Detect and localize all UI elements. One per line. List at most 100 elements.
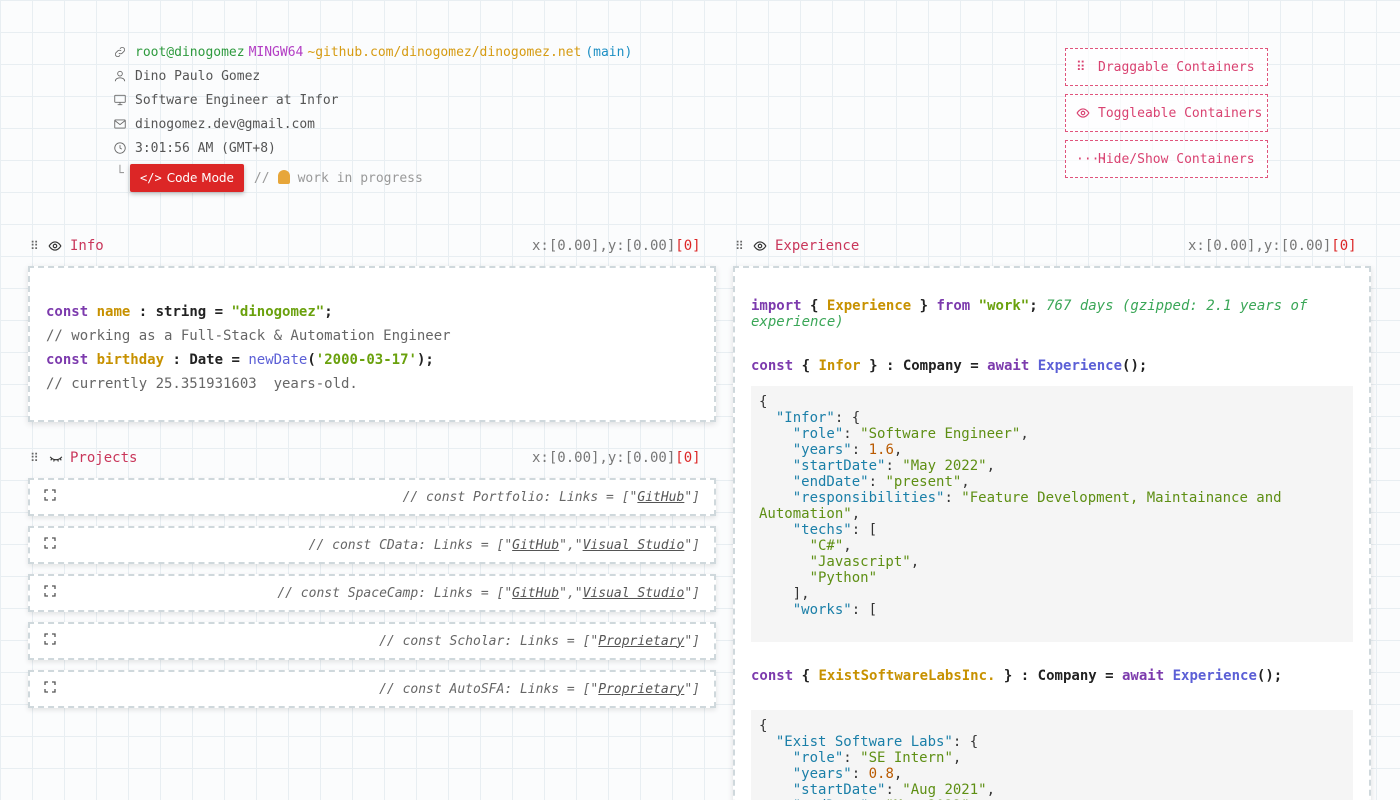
json-key: "Exist Software Labs" bbox=[775, 734, 953, 750]
coords-text: x:[0.00],y:[0.00] bbox=[532, 450, 676, 466]
project-declaration: // const CData: Links = [ bbox=[308, 537, 505, 553]
project-row[interactable]: // const SpaceCamp: Links = ["GitHub","V… bbox=[28, 574, 716, 612]
project-link[interactable]: Visual Studio bbox=[583, 586, 685, 601]
eye-closed-icon[interactable] bbox=[48, 451, 66, 465]
coords-index: [0] bbox=[675, 450, 701, 466]
project-declaration: // const Scholar: Links = [ bbox=[379, 633, 591, 649]
project-link[interactable]: Proprietary bbox=[598, 682, 684, 697]
project-link[interactable]: Visual Studio bbox=[583, 538, 685, 553]
company-var: Infor bbox=[818, 358, 861, 374]
eye-icon bbox=[1076, 106, 1094, 120]
construction-worker-icon bbox=[277, 170, 290, 184]
years-value: 0.8 bbox=[868, 766, 894, 782]
code-line: const name : string = "dinogomez"; bbox=[46, 300, 698, 324]
project-row[interactable]: // const Scholar: Links = ["Proprietary"… bbox=[28, 622, 716, 660]
expand-icon[interactable] bbox=[44, 681, 56, 697]
variable: birthday bbox=[96, 352, 165, 368]
project-text: // const Scholar: Links = ["Proprietary"… bbox=[379, 633, 700, 649]
keyword: const bbox=[751, 358, 794, 374]
drag-handle-icon[interactable]: ⠿ bbox=[30, 451, 44, 465]
tech-item: "Python" bbox=[809, 570, 878, 586]
expand-icon[interactable] bbox=[44, 489, 56, 505]
company-declaration: const { Infor } : Company = await Experi… bbox=[751, 358, 1148, 374]
keyword: await bbox=[987, 358, 1030, 374]
toggleable-containers-button[interactable]: Toggleable Containers bbox=[1065, 94, 1268, 132]
type-name: string bbox=[155, 304, 207, 320]
company-declaration: const { ExistSoftwareLabsInc. } : Compan… bbox=[751, 668, 1283, 684]
project-text: // const SpaceCamp: Links = ["GitHub","V… bbox=[277, 585, 700, 601]
experience-panel-header: ⠿ Experience bbox=[735, 236, 859, 256]
eye-icon[interactable] bbox=[48, 239, 66, 253]
keyword: import bbox=[751, 298, 802, 314]
eye-icon[interactable] bbox=[753, 239, 771, 253]
draggable-label: Draggable Containers bbox=[1098, 59, 1255, 75]
code-comment: // working as a Full-Stack & Automation … bbox=[46, 328, 451, 344]
expand-icon[interactable] bbox=[44, 633, 56, 649]
expand-icon[interactable] bbox=[44, 537, 56, 553]
equals: = bbox=[206, 304, 232, 320]
hideshow-label: Hide/Show Containers bbox=[1098, 151, 1255, 167]
prompt-branch: (main) bbox=[585, 44, 633, 60]
container-controls: ⠿ Draggable Containers Toggleable Contai… bbox=[1065, 48, 1268, 186]
start-date-value: "May 2022" bbox=[902, 458, 987, 474]
draggable-containers-button[interactable]: ⠿ Draggable Containers bbox=[1065, 48, 1268, 86]
project-link[interactable]: GitHub bbox=[637, 490, 684, 505]
code-line: const birthday : Date = newDate('2000-03… bbox=[46, 348, 698, 372]
monitor-icon bbox=[112, 92, 128, 108]
keyword: await bbox=[1122, 668, 1165, 684]
project-row[interactable]: // const AutoSFA: Links = ["Proprietary"… bbox=[28, 670, 716, 708]
prompt-line: root@dinogomez MINGW64 ~github.com/dinog… bbox=[112, 40, 712, 64]
equals: = bbox=[223, 352, 249, 368]
project-link[interactable]: GitHub bbox=[512, 538, 559, 553]
project-declaration: // const AutoSFA: Links = [ bbox=[379, 681, 591, 697]
function-name: Experience bbox=[1172, 668, 1257, 684]
years-value: 1.6 bbox=[868, 442, 894, 458]
type-sep: : bbox=[130, 304, 156, 320]
project-text: // const Portfolio: Links = ["GitHub"] bbox=[402, 489, 700, 505]
string-value: "dinogomez" bbox=[231, 304, 325, 320]
project-declaration: // const SpaceCamp: Links = [ bbox=[277, 585, 505, 601]
keyword: from bbox=[936, 298, 971, 314]
start-date-value: "Aug 2021" bbox=[902, 782, 987, 798]
coords-index: [0] bbox=[1331, 238, 1357, 254]
expand-icon[interactable] bbox=[44, 585, 56, 601]
info-card: const name : string = "dinogomez"; // wo… bbox=[28, 266, 716, 422]
prompt-repo-link[interactable]: ~github.com/dinogomez/dinogomez.net bbox=[307, 45, 581, 60]
keyword: const bbox=[46, 304, 89, 320]
project-declaration: // const Portfolio: Links = [ bbox=[402, 489, 630, 505]
wip-comment-prefix: // bbox=[253, 171, 270, 186]
toggleable-label: Toggleable Containers bbox=[1098, 105, 1263, 121]
drag-handle-icon[interactable]: ⠿ bbox=[30, 239, 44, 253]
info-panel-header: ⠿ Info bbox=[30, 236, 104, 256]
string-value: '2000-03-17' bbox=[315, 352, 417, 368]
grip-icon: ⠿ bbox=[1076, 59, 1086, 75]
wip-note: // work in progress bbox=[254, 170, 423, 186]
code-mode-button[interactable]: </> Code Mode bbox=[130, 164, 244, 192]
project-text: // const CData: Links = ["GitHub","Visua… bbox=[308, 537, 700, 553]
dots-icon: ···· bbox=[1076, 151, 1108, 167]
experience-panel-title: Experience bbox=[775, 238, 860, 254]
drag-handle-icon[interactable]: ⠿ bbox=[735, 239, 749, 253]
project-row[interactable]: // const CData: Links = ["GitHub","Visua… bbox=[28, 526, 716, 564]
line-end: ); bbox=[416, 352, 434, 368]
tech-item: "Javascript" bbox=[809, 554, 911, 570]
coords-text: x:[0.00],y:[0.00] bbox=[1188, 238, 1332, 254]
info-panel-coords: x:[0.00],y:[0.00][0] bbox=[532, 238, 701, 254]
type-sep: : bbox=[164, 352, 190, 368]
keyword: const bbox=[751, 668, 794, 684]
tree-branch-glyph: └ bbox=[116, 165, 124, 181]
project-text: // const AutoSFA: Links = ["Proprietary"… bbox=[379, 681, 700, 697]
email-address[interactable]: dinogomez.dev@gmail.com bbox=[135, 117, 315, 132]
role-value: "SE Intern" bbox=[860, 750, 953, 766]
user-icon bbox=[112, 68, 128, 84]
projects-panel-coords: x:[0.00],y:[0.00][0] bbox=[532, 450, 701, 466]
function-name: Experience bbox=[1037, 358, 1123, 374]
project-row[interactable]: // const Portfolio: Links = ["GitHub"] bbox=[28, 478, 716, 516]
coords-index: [0] bbox=[675, 238, 701, 254]
hideshow-containers-button[interactable]: ···· Hide/Show Containers bbox=[1065, 140, 1268, 178]
company-json: { "Exist Software Labs": { "role": "SE I… bbox=[751, 710, 1353, 800]
project-link[interactable]: Proprietary bbox=[598, 634, 684, 649]
import-line: import { Experience } from "work"; 767 d… bbox=[751, 298, 1308, 330]
project-link[interactable]: GitHub bbox=[512, 586, 559, 601]
wip-text: work in progress bbox=[297, 171, 423, 186]
